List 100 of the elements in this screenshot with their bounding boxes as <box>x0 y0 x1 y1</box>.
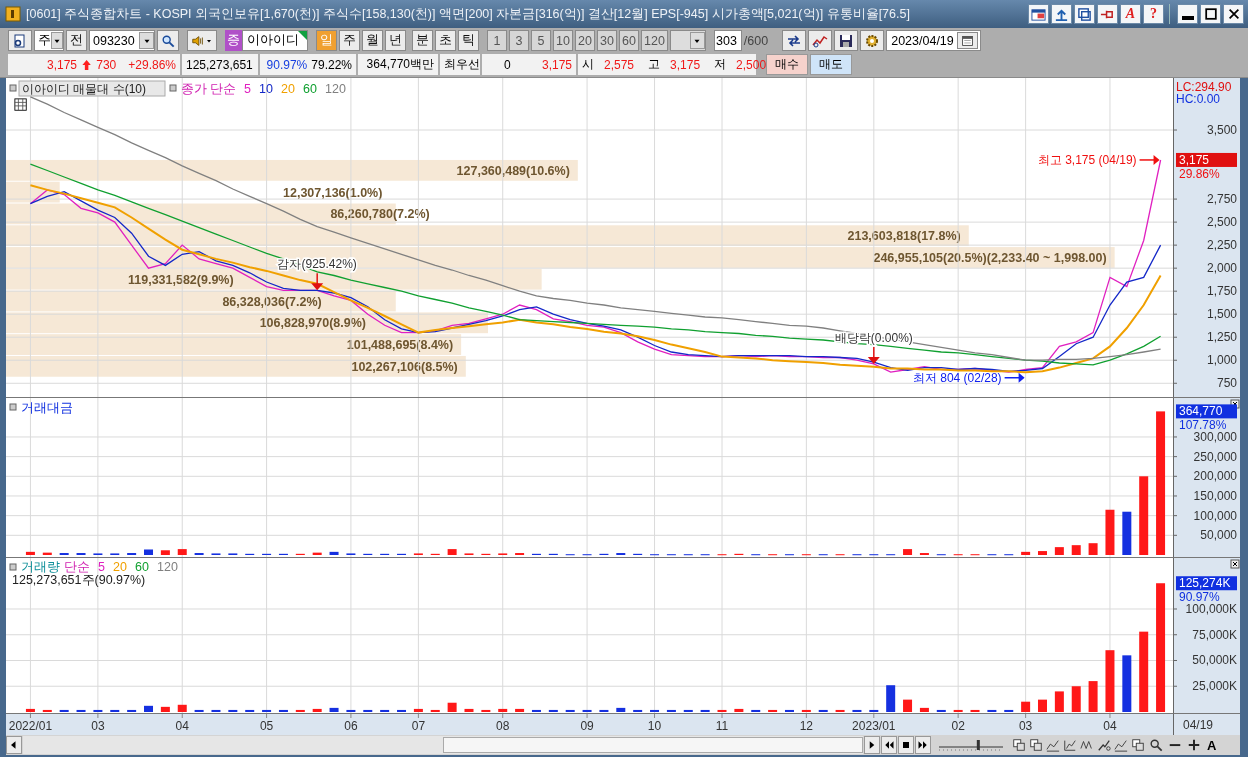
axis-label: 10 <box>647 719 662 733</box>
axis-label: 04/19 <box>1183 718 1214 732</box>
axis-label: 3,500 <box>1206 123 1237 138</box>
axis-label: 100,000 <box>1193 508 1237 523</box>
high-label: 최고 3,175 (04/19) <box>1037 152 1137 167</box>
name-field[interactable]: 이아이디 <box>242 30 308 51</box>
lc-text: LC:294.90 <box>1176 80 1232 94</box>
low-label: 저 <box>714 56 727 73</box>
axis-label: 06 <box>344 719 358 733</box>
axis-label: 150,000 <box>1193 489 1237 503</box>
interval-button[interactable]: 120 <box>641 30 668 51</box>
total-volume-text: 125,273,651주(90.97%) <box>12 573 146 587</box>
axis-label: 2,750 <box>1206 192 1237 207</box>
interval-button[interactable]: 5 <box>531 30 551 51</box>
high-price-text: 3,175 <box>670 57 701 72</box>
open-label: 시 <box>582 56 594 73</box>
period-tab[interactable]: 월 <box>362 30 383 51</box>
best-quantity-text: 0 <box>504 57 511 72</box>
axis-label: 08 <box>496 719 510 733</box>
axis-label: 04 <box>175 719 189 733</box>
legend-label: 단순 <box>64 560 90 574</box>
open-price-text: 2,575 <box>604 57 635 72</box>
axis-label: 1,750 <box>1206 284 1237 299</box>
high-label: 고 <box>648 56 661 73</box>
market-tag: 증 <box>225 30 242 51</box>
period-tab[interactable]: 주 <box>339 30 360 51</box>
period-tab[interactable]: 틱 <box>458 30 479 51</box>
band-label: 102,267,106(8.5%) <box>351 359 458 374</box>
period-tab[interactable]: 년 <box>385 30 406 51</box>
rate-text: 90.97% <box>1179 590 1220 605</box>
best-price-text: 3,175 <box>541 57 572 72</box>
volume-text: 125,273,651 <box>186 57 253 72</box>
turnover-rate-text: 79.22% <box>311 57 352 72</box>
sell-button[interactable]: 매도 <box>810 54 852 75</box>
axis-label: 200,000 <box>1193 469 1237 484</box>
study-label: 이아이디 매물대 수(10) <box>18 80 166 97</box>
glyph-button[interactable]: A <box>1120 4 1141 24</box>
band-label: 119,331,582(9.9%) <box>128 272 234 287</box>
legend-item: 120 <box>325 82 346 96</box>
legend-item: 20 <box>113 560 127 574</box>
axis-label: 1,250 <box>1206 330 1237 345</box>
axis-label: 250,000 <box>1193 449 1237 464</box>
legend-item: 5 <box>98 560 105 574</box>
period-tab[interactable]: 분 <box>412 30 433 51</box>
axis-label: 75,000K <box>1192 627 1237 642</box>
legend-item: 60 <box>135 560 149 574</box>
panel-title: 거래량 <box>21 560 60 574</box>
count-field[interactable]: 303 <box>713 30 742 51</box>
market-dropdown[interactable]: 주 <box>34 30 64 51</box>
interval-button[interactable]: 30 <box>597 30 617 51</box>
band-label: 12,307,136(1.0%) <box>283 185 383 200</box>
period-tab[interactable]: 초 <box>435 30 456 51</box>
low-label: 최저 804 (02/28) <box>912 370 1002 385</box>
interval-button[interactable]: 3 <box>509 30 529 51</box>
axis-label: 2,250 <box>1206 238 1237 253</box>
count-max-text: /600 <box>743 33 769 48</box>
panel-title: 거래대금 <box>21 401 73 415</box>
legend-item: 5 <box>244 82 251 96</box>
hc-text: HC:0.00 <box>1176 92 1221 106</box>
legend-item: 10 <box>259 82 273 96</box>
axis-label: 25,000K <box>1192 679 1237 694</box>
legend-item: 20 <box>281 82 295 96</box>
price-text: 3,175 <box>47 57 78 72</box>
axis-label: 07 <box>411 719 426 733</box>
legend-label: 종가 단순 <box>181 82 237 96</box>
interval-button[interactable]: 1 <box>487 30 507 51</box>
axis-label: 1,500 <box>1206 307 1237 322</box>
volume-rate-text: 90.97% <box>266 57 308 72</box>
window-title: [0601] 주식종합차트 - KOSPI 외국인보유[1,670(천)] 주식수[158,130(천)] 액면[200] 자본금[316(억)] 결산[12월] EPS[-945] 시가총액[5,021(억)] 유통비율[76.5] <box>26 5 911 23</box>
code-dropdown[interactable]: 093230 <box>89 30 155 51</box>
band-label: 101,488,695(8.4%) <box>346 338 454 353</box>
band-label: 86,328,036(7.2%) <box>222 294 322 309</box>
band-label: 86,260,780(7.2%) <box>330 207 430 222</box>
band-label: 106,828,970(8.9%) <box>259 316 366 331</box>
change-text: 730 <box>96 57 117 72</box>
axis-label: 03 <box>91 719 105 733</box>
axis-label: 09 <box>580 719 594 733</box>
value-tag: 125,274K <box>1176 576 1237 591</box>
change-rate-text: +29.86% <box>128 57 176 72</box>
axis-label: 100,000K <box>1185 602 1237 616</box>
interval-button[interactable]: 20 <box>575 30 595 51</box>
glyph-button[interactable]: ? <box>1143 4 1164 24</box>
band-label: 246,955,105(20.5%)(2,233.40 ~ 1,998.00) <box>873 250 1107 265</box>
axis-label: 11 <box>715 719 729 733</box>
axis-label: 2023/01 <box>852 719 896 733</box>
interval-button[interactable]: 60 <box>619 30 639 51</box>
axis-label: 750 <box>1216 376 1237 391</box>
date-field[interactable]: 2023/04/19 <box>886 30 981 51</box>
axis-label: 04 <box>1103 719 1117 733</box>
font-button[interactable]: A <box>1207 737 1217 753</box>
interval-button[interactable]: 10 <box>553 30 573 51</box>
axis-label: 03 <box>1018 719 1033 733</box>
buy-button[interactable]: 매수 <box>766 54 808 75</box>
value-tag: 364,770 <box>1176 404 1237 419</box>
band-label: 127,360,489(10.6%) <box>456 163 570 178</box>
axis-label: 1,000 <box>1206 353 1237 368</box>
axis-label: 2022/01 <box>8 719 53 733</box>
axis-label: 05 <box>259 719 274 733</box>
axis-label: 12 <box>799 719 814 733</box>
prev-button[interactable]: 전 <box>66 30 87 51</box>
